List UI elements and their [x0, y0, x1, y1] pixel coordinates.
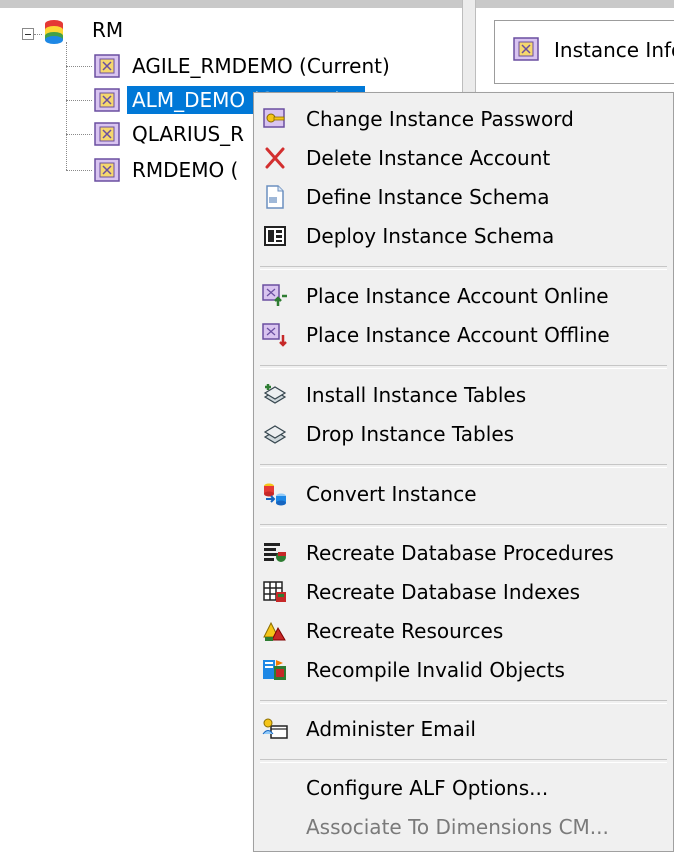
instance-icon	[94, 122, 120, 146]
menu-item-recreate-resources[interactable]: Recreate Resources	[254, 612, 673, 650]
procedures-icon	[264, 543, 286, 562]
schema-deploy-icon	[264, 226, 286, 246]
menu-item-label: Place Instance Account Online	[306, 284, 609, 308]
recompile-icon	[263, 660, 286, 680]
menu-item-associate-dimensions-cm: Associate To Dimensions CM...	[254, 808, 673, 846]
menu-item-define-instance-schema[interactable]: Define Instance Schema	[254, 178, 673, 216]
menu-item-drop-instance-tables[interactable]: Drop Instance Tables	[254, 415, 673, 453]
tab-instance-info-label: Instance Info	[554, 38, 674, 62]
menu-item-convert-instance[interactable]: Convert Instance	[254, 475, 673, 513]
menu-item-label: Recreate Database Procedures	[306, 541, 614, 565]
email-icon	[262, 718, 288, 739]
menu-item-recreate-indexes[interactable]: Recreate Database Indexes	[254, 573, 673, 611]
menu-item-label: Define Instance Schema	[306, 185, 550, 209]
menu-item-deploy-instance-schema[interactable]: Deploy Instance Schema	[254, 217, 673, 255]
menu-item-label: Delete Instance Account	[306, 146, 551, 170]
menu-item-delete-instance-account[interactable]: Delete Instance Account	[254, 139, 673, 177]
drop-tables-icon	[263, 425, 287, 444]
tree-root-label[interactable]: RM	[92, 17, 123, 43]
menu-item-label: Install Instance Tables	[306, 383, 527, 407]
menu-item-label: Associate To Dimensions CM...	[306, 815, 609, 839]
menu-item-label: Drop Instance Tables	[306, 422, 515, 446]
menu-item-label: Recreate Database Indexes	[306, 580, 581, 604]
menu-item-label: Recompile Invalid Objects	[306, 658, 565, 682]
resources-icon	[263, 621, 286, 641]
convert-icon	[264, 483, 286, 506]
menu-item-label: Place Instance Account Offline	[306, 323, 610, 347]
menu-separator	[260, 464, 667, 468]
instance-icon	[94, 88, 120, 112]
menu-separator	[260, 759, 667, 763]
context-menu: Change Instance Password Delete Instance…	[253, 92, 674, 852]
menu-item-recreate-procedures[interactable]: Recreate Database Procedures	[254, 534, 673, 572]
menu-item-administer-email[interactable]: Administer Email	[254, 710, 673, 748]
tree-item-agile-rmdemo[interactable]: AGILE_RMDEMO (Current)	[132, 53, 390, 79]
menu-item-label: Change Instance Password	[306, 107, 574, 131]
instance-icon	[94, 158, 120, 182]
tree-connector	[34, 34, 42, 35]
online-icon	[262, 284, 287, 306]
tree-connector	[66, 66, 92, 67]
menu-item-label: Configure ALF Options...	[306, 776, 549, 800]
install-tables-icon	[263, 384, 287, 404]
menu-item-label: Administer Email	[306, 717, 476, 741]
tree-connector	[66, 170, 92, 171]
menu-item-configure-alf-options[interactable]: Configure ALF Options...	[254, 769, 673, 807]
menu-item-place-offline[interactable]: Place Instance Account Offline	[254, 316, 673, 354]
menu-item-label: Deploy Instance Schema	[306, 224, 555, 248]
tree-connector	[66, 100, 92, 101]
menu-separator	[260, 700, 667, 704]
indexes-icon	[263, 581, 286, 602]
instance-icon	[513, 37, 539, 61]
pane-top-border	[476, 0, 674, 8]
instance-icon	[94, 54, 120, 78]
collapse-toggle[interactable]	[22, 28, 34, 40]
menu-separator	[260, 266, 667, 270]
tree-connector	[66, 134, 92, 135]
pane-top-border	[0, 0, 462, 8]
red-x-icon	[265, 147, 285, 169]
menu-item-label: Recreate Resources	[306, 619, 504, 643]
tree-item-rmdemo[interactable]: RMDEMO (	[132, 157, 238, 183]
menu-separator	[260, 365, 667, 369]
offline-icon	[262, 323, 287, 347]
menu-item-label: Convert Instance	[306, 482, 477, 506]
tree-item-qlarius[interactable]: QLARIUS_R	[132, 121, 244, 147]
key-instance-icon	[263, 108, 285, 128]
menu-item-install-instance-tables[interactable]: Install Instance Tables	[254, 376, 673, 414]
menu-item-recompile-invalid-objects[interactable]: Recompile Invalid Objects	[254, 651, 673, 689]
tree-connector	[66, 42, 67, 170]
menu-separator	[260, 524, 667, 528]
menu-item-place-online[interactable]: Place Instance Account Online	[254, 277, 673, 315]
menu-item-change-instance-password[interactable]: Change Instance Password	[254, 100, 673, 138]
document-icon	[266, 185, 284, 209]
